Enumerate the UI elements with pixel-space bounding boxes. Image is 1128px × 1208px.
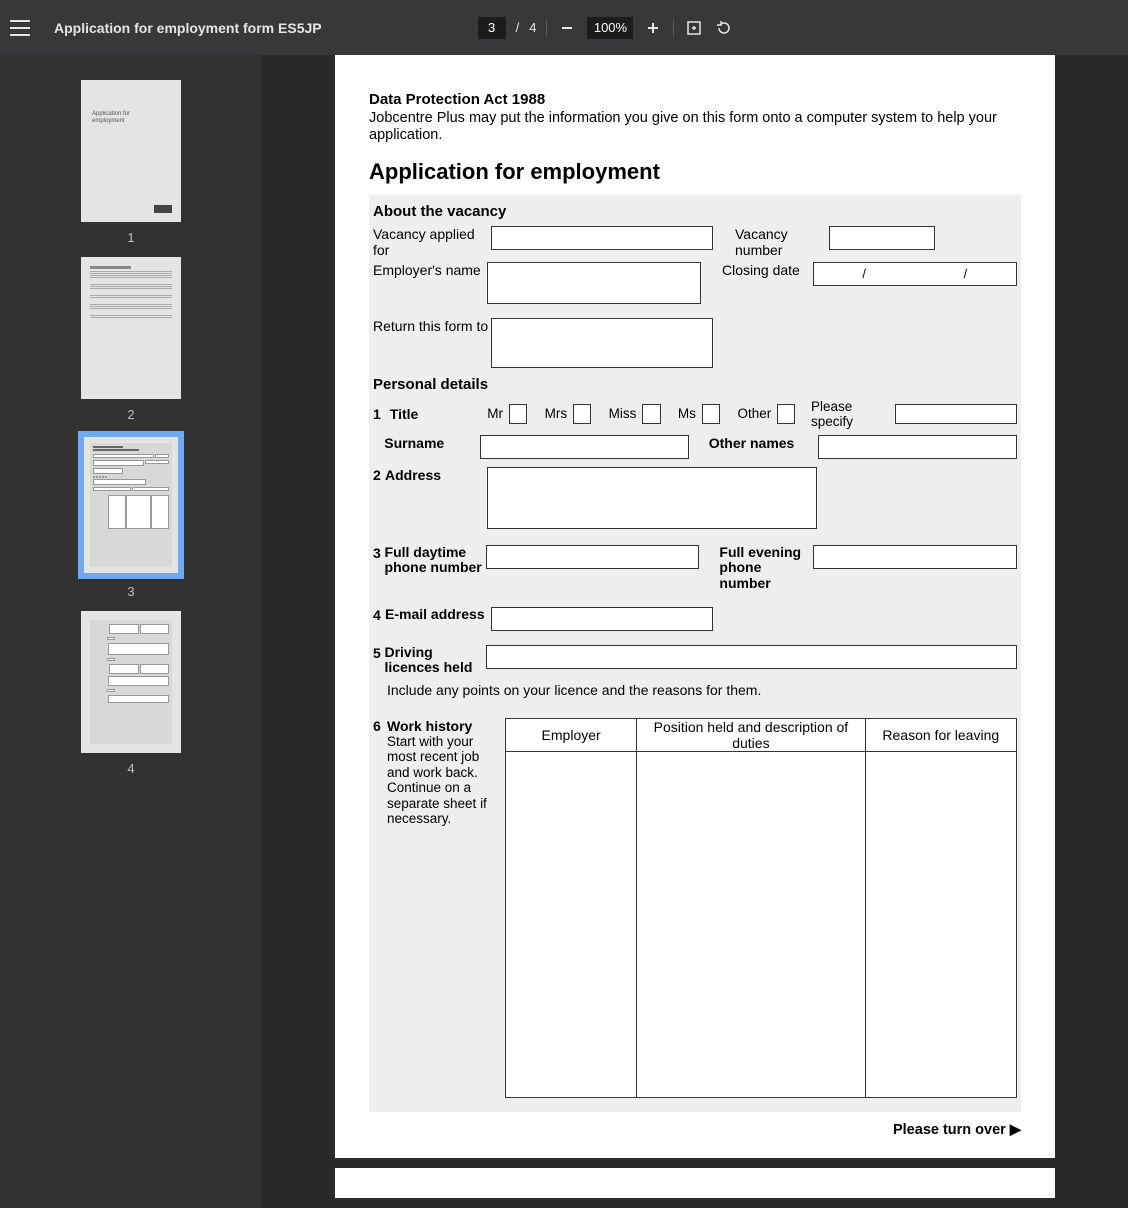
col-position: Position held and description of duties	[637, 718, 865, 751]
label-vacancy-number: Vacancy number	[735, 226, 829, 258]
q5-number: 5	[373, 645, 384, 661]
rotate-icon[interactable]	[714, 18, 734, 38]
checkbox-mrs[interactable]	[573, 404, 591, 424]
thumbnail-page-3[interactable]	[81, 434, 181, 576]
document-title: Application for employment form ES5JP	[54, 20, 322, 36]
thumbnail-label: 1	[127, 230, 134, 245]
label-surname: Surname	[384, 435, 480, 451]
label-other: Other	[737, 406, 771, 421]
thumbnail-sidebar[interactable]: Application for employment 1 2	[0, 55, 262, 1208]
field-surname[interactable]	[480, 435, 689, 459]
label-return-to: Return this form to	[373, 318, 491, 368]
page-viewport[interactable]: Data Protection Act 1988 Jobcentre Plus …	[262, 55, 1128, 1208]
label-mrs: Mrs	[545, 406, 568, 421]
work-history-note: Start with your most recent job and work…	[387, 734, 501, 827]
q2-label: Address	[385, 467, 487, 483]
separator	[673, 19, 674, 37]
thumbnail-page-4[interactable]	[81, 611, 181, 753]
zoom-in-icon[interactable]	[643, 18, 663, 38]
q4-number: 4	[373, 607, 385, 623]
label-employer-name: Employer's name	[373, 262, 487, 304]
label-closing-date: Closing date	[722, 262, 813, 304]
page-total: 4	[529, 20, 536, 35]
field-employer-name[interactable]	[487, 262, 701, 304]
page-sep: /	[516, 20, 520, 35]
label-driving-licences: Driving licences held	[384, 645, 485, 676]
field-return-to[interactable]	[491, 318, 713, 368]
field-email[interactable]	[491, 607, 713, 631]
zoom-level[interactable]: 100%	[587, 17, 633, 39]
q3-number: 3	[373, 545, 385, 561]
label-specify: Please specify	[811, 399, 889, 429]
field-daytime-phone[interactable]	[486, 545, 699, 569]
work-history-table: Employer Position held and description o…	[505, 718, 1017, 1098]
pdf-page-3: Data Protection Act 1988 Jobcentre Plus …	[335, 55, 1055, 1158]
label-mr: Mr	[487, 406, 503, 421]
pdf-page-4-preview	[335, 1168, 1055, 1198]
data-protection-body: Jobcentre Plus may put the information y…	[369, 110, 1021, 145]
thumbnail-page-2[interactable]	[81, 257, 181, 399]
label-daytime-phone: Full daytime phone number	[385, 545, 487, 576]
q6-number: 6	[373, 718, 387, 734]
q1-label: Title	[390, 406, 482, 422]
pdf-toolbar: Application for employment form ES5JP / …	[0, 0, 1128, 55]
form-container: About the vacancy Vacancy applied for Va…	[369, 195, 1021, 1112]
fit-page-icon[interactable]	[684, 18, 704, 38]
label-evening-phone: Full evening phone number	[719, 545, 813, 591]
cell-position[interactable]	[637, 751, 865, 1097]
q1-number: 1	[373, 406, 384, 422]
checkbox-ms[interactable]	[702, 404, 720, 424]
field-other-names[interactable]	[818, 435, 1017, 459]
cell-reason[interactable]	[865, 751, 1016, 1097]
section-personal: Personal details	[369, 376, 1021, 397]
field-evening-phone[interactable]	[813, 545, 1017, 569]
thumbnail-label: 2	[127, 407, 134, 422]
driving-licence-note: Include any points on your licence and t…	[369, 682, 1021, 698]
field-vacancy-applied[interactable]	[491, 226, 713, 250]
checkbox-mr[interactable]	[509, 404, 527, 424]
q2-number: 2	[373, 467, 385, 483]
turn-over-note: Please turn over ▶	[369, 1122, 1021, 1138]
thumbnail-label: 3	[127, 584, 134, 599]
separator	[546, 19, 547, 37]
label-other-names: Other names	[709, 435, 818, 451]
field-address[interactable]	[487, 467, 817, 529]
col-employer: Employer	[506, 718, 637, 751]
field-driving-licences[interactable]	[486, 645, 1017, 669]
label-ms: Ms	[678, 406, 696, 421]
checkbox-miss[interactable]	[642, 404, 660, 424]
field-closing-date[interactable]: //	[813, 262, 1017, 286]
label-email: E-mail address	[385, 607, 491, 622]
zoom-out-icon[interactable]	[557, 18, 577, 38]
field-title-specify[interactable]	[895, 404, 1017, 424]
label-work-history: Work history	[387, 718, 501, 734]
label-miss: Miss	[609, 406, 637, 421]
menu-icon[interactable]	[10, 20, 30, 36]
page-number-input[interactable]	[478, 17, 506, 39]
data-protection-title: Data Protection Act 1988	[369, 91, 1021, 108]
field-vacancy-number[interactable]	[829, 226, 935, 250]
cell-employer[interactable]	[506, 751, 637, 1097]
col-reason: Reason for leaving	[865, 718, 1016, 751]
checkbox-other[interactable]	[777, 404, 795, 424]
thumbnail-page-1[interactable]: Application for employment	[81, 80, 181, 222]
form-title: Application for employment	[369, 159, 1021, 185]
section-vacancy: About the vacancy	[369, 203, 1021, 224]
thumbnail-label: 4	[127, 761, 134, 776]
label-vacancy-applied: Vacancy applied for	[373, 226, 491, 258]
